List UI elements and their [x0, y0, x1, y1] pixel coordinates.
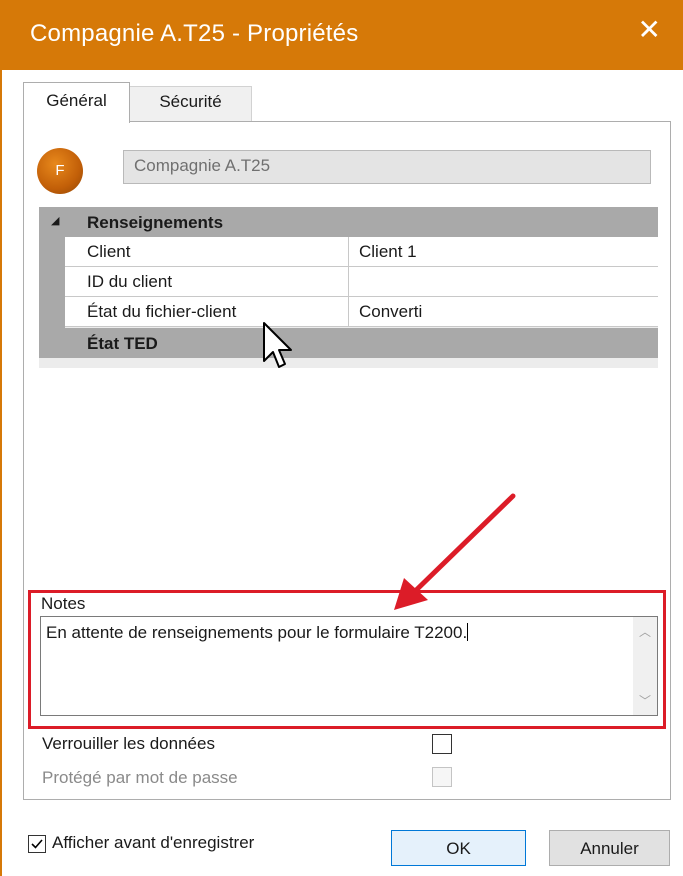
notes-label: Notes — [41, 594, 86, 613]
password-protected-label: Protégé par mot de passe — [42, 768, 238, 787]
ok-button[interactable]: OK — [391, 830, 526, 866]
property-label: État du fichier-client — [65, 297, 349, 327]
scroll-up-icon[interactable]: ︿ — [639, 623, 651, 640]
lock-data-label: Verrouiller les données — [42, 734, 215, 753]
property-row-file-state[interactable]: État du fichier-client Converti — [65, 297, 658, 327]
group-title: Renseignements — [87, 213, 224, 232]
group-title: État TED — [87, 334, 158, 353]
checkmark-icon — [31, 839, 43, 849]
close-icon[interactable]: ✕ — [638, 16, 661, 44]
property-row-client-id[interactable]: ID du client — [65, 267, 658, 297]
show-before-save-label: Afficher avant d'enregistrer — [52, 833, 255, 852]
lock-data-checkbox[interactable] — [432, 734, 452, 754]
notes-textarea[interactable]: En attente de renseignements pour le for… — [40, 616, 658, 716]
property-value[interactable] — [349, 267, 658, 297]
tab-security[interactable]: Sécurité — [130, 86, 252, 122]
notes-text[interactable]: En attente de renseignements pour le for… — [46, 623, 467, 642]
group-header-etat-ted[interactable]: État TED — [39, 328, 658, 358]
scroll-down-icon[interactable]: ﹀ — [639, 692, 651, 709]
password-protected-checkbox — [432, 767, 452, 787]
show-before-save-checkbox[interactable] — [28, 835, 46, 853]
property-grid: ◢ Renseignements Client Client 1 ID du c… — [39, 207, 658, 368]
group-header-renseignements[interactable]: ◢ Renseignements — [39, 207, 658, 237]
cancel-button[interactable]: Annuler — [549, 830, 670, 866]
tab-general[interactable]: Général — [23, 82, 130, 123]
collapse-triangle-icon[interactable]: ◢ — [51, 214, 59, 227]
property-label: Client — [65, 237, 349, 267]
property-value[interactable]: Client 1 — [349, 237, 658, 267]
property-row-client[interactable]: Client Client 1 — [65, 237, 658, 267]
file-avatar-icon: F — [37, 148, 83, 194]
title-bar: Compagnie A.T25 - Propriétés ✕ — [0, 0, 683, 70]
property-value[interactable]: Converti — [349, 297, 658, 327]
mouse-cursor-icon — [263, 322, 292, 368]
file-name-field: Compagnie A.T25 — [123, 150, 651, 184]
property-gutter — [39, 237, 65, 328]
window-border — [0, 70, 2, 876]
text-caret — [467, 623, 469, 641]
notes-scrollbar[interactable]: ︿ ﹀ — [633, 617, 657, 715]
property-label: ID du client — [65, 267, 349, 297]
window-title: Compagnie A.T25 - Propriétés — [30, 20, 359, 47]
